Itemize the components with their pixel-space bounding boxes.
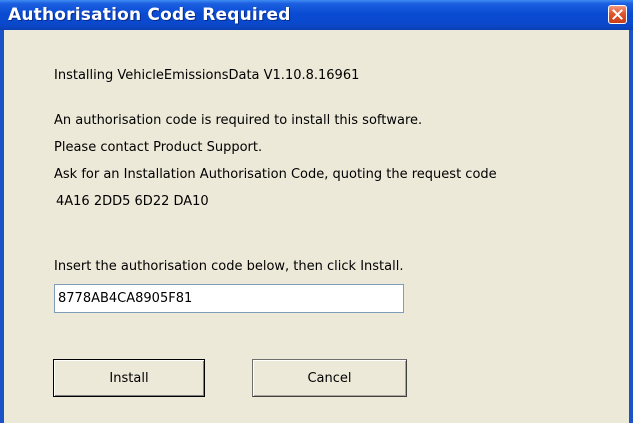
request-instruction-text: Ask for an Installation Authorisation Co… — [54, 167, 497, 182]
dialog-body: Installing VehicleEmissionsData V1.10.8.… — [4, 30, 629, 423]
authorisation-code-input[interactable] — [54, 284, 404, 313]
close-icon — [612, 9, 623, 20]
insert-code-instruction: Insert the authorisation code below, the… — [54, 259, 404, 274]
cancel-button[interactable]: Cancel — [252, 359, 407, 397]
dialog-title: Authorisation Code Required — [8, 5, 291, 25]
close-button[interactable] — [608, 5, 627, 24]
title-bar[interactable]: Authorisation Code Required — [0, 0, 633, 30]
auth-required-text: An authorisation code is required to ins… — [54, 113, 423, 128]
contact-support-text: Please contact Product Support. — [54, 140, 263, 155]
install-button[interactable]: Install — [53, 359, 205, 397]
installing-text: Installing VehicleEmissionsData V1.10.8.… — [54, 68, 360, 83]
dialog-window: Authorisation Code Required Installing V… — [0, 0, 633, 423]
request-code: 4A16 2DD5 6D22 DA10 — [56, 194, 209, 209]
